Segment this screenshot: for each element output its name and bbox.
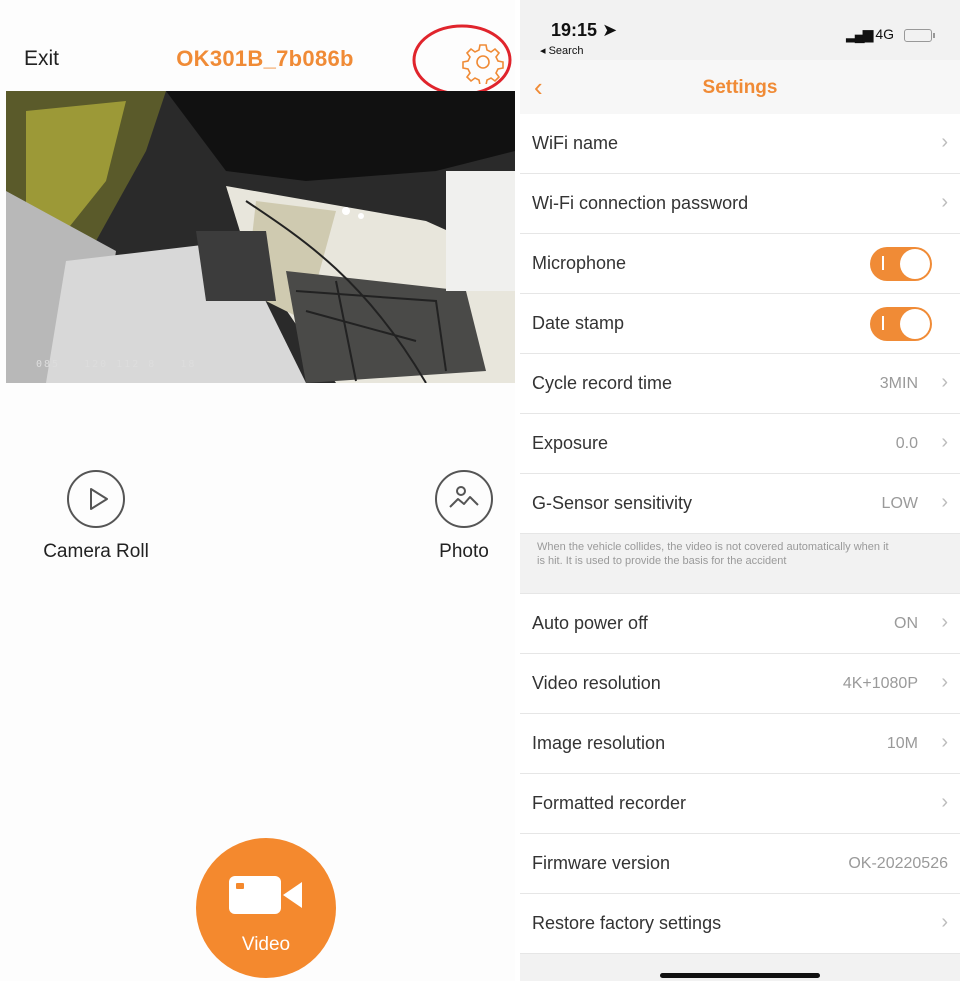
setting-wifi-name[interactable]: WiFi name › (520, 114, 960, 174)
setting-restore-factory[interactable]: Restore factory settings › (520, 894, 960, 954)
setting-label: Microphone (532, 253, 627, 273)
toggle-on-mark (882, 316, 884, 330)
setting-label: G-Sensor sensitivity (532, 493, 693, 513)
preview-image (6, 91, 515, 383)
setting-value: OK-20220526 (848, 855, 948, 872)
photo-icon (435, 470, 493, 528)
chevron-right-icon: › (941, 131, 948, 153)
setting-value: 10M (886, 735, 918, 752)
toggle-knob (900, 309, 930, 339)
date-stamp-toggle[interactable] (870, 307, 932, 341)
chevron-right-icon: › (941, 431, 948, 453)
gear-icon[interactable] (461, 40, 505, 84)
setting-auto-power-off[interactable]: Auto power off ON › (520, 594, 960, 654)
setting-firmware-version: Firmware version OK-20220526 (520, 834, 960, 894)
battery-icon (904, 29, 935, 42)
chevron-right-icon: › (941, 611, 948, 633)
status-bar: 19:15 ➤ ◂ Search ▂▄▆ 4G (520, 0, 960, 60)
setting-label: Date stamp (532, 313, 625, 333)
setting-label: Restore factory settings (532, 913, 722, 933)
back-to-app-link[interactable]: ◂ Search (540, 44, 583, 57)
photo-label: Photo (439, 541, 489, 562)
video-label: Video (241, 934, 291, 955)
camera-top-bar: Exit OK301B_7b086b (0, 0, 515, 96)
setting-label: Exposure (532, 433, 609, 453)
toggle-knob (900, 249, 930, 279)
chevron-right-icon: › (941, 371, 948, 393)
home-indicator[interactable] (660, 973, 820, 978)
settings-nav-bar: ‹ Settings (520, 60, 960, 114)
setting-value: 4K+1080P (842, 675, 918, 692)
video-record-button[interactable]: Video (196, 838, 336, 978)
setting-wifi-password[interactable]: Wi-Fi connection password › (520, 174, 960, 234)
video-camera-icon (229, 876, 302, 914)
setting-label: Wi-Fi connection password (532, 193, 749, 213)
camera-preview[interactable]: 085 120 112 8 18 (6, 91, 515, 383)
setting-formatted-recorder[interactable]: Formatted recorder › (520, 774, 960, 834)
setting-image-resolution[interactable]: Image resolution 10M › (520, 714, 960, 774)
setting-cycle-record-time[interactable]: Cycle record time 3MIN › (520, 354, 960, 414)
setting-label: Auto power off (532, 613, 648, 633)
setting-value: 0.0 (895, 435, 918, 452)
setting-label: Image resolution (532, 733, 666, 753)
setting-label: Video resolution (532, 673, 661, 693)
gsensor-note-text: When the vehicle collides, the video is … (537, 541, 889, 567)
gsensor-note: When the vehicle collides, the video is … (520, 534, 960, 594)
chevron-right-icon: › (941, 491, 948, 513)
chevron-right-icon: › (941, 911, 948, 933)
microphone-toggle[interactable] (870, 247, 932, 281)
setting-label: WiFi name (532, 133, 619, 153)
chevron-right-icon: › (941, 191, 948, 213)
setting-gsensor-sensitivity[interactable]: G-Sensor sensitivity LOW › (520, 474, 960, 534)
chevron-right-icon: › (941, 791, 948, 813)
settings-title: Settings (702, 77, 778, 98)
setting-video-resolution[interactable]: Video resolution 4K+1080P › (520, 654, 960, 714)
setting-label: Cycle record time (532, 373, 673, 393)
setting-microphone: Microphone (520, 234, 960, 294)
settings-list: WiFi name › Wi-Fi connection password › … (520, 114, 960, 954)
toggle-on-mark (882, 256, 884, 270)
settings-screen: 19:15 ➤ ◂ Search ▂▄▆ 4G ‹ Settings WiFi … (520, 0, 960, 981)
location-arrow-icon: ➤ (602, 20, 618, 40)
setting-date-stamp: Date stamp (520, 294, 960, 354)
camera-roll-button[interactable]: Camera Roll (36, 470, 156, 563)
camera-roll-label: Camera Roll (43, 541, 149, 562)
setting-label: Firmware version (532, 853, 671, 873)
setting-value: LOW (881, 495, 918, 512)
setting-exposure[interactable]: Exposure 0.0 › (520, 414, 960, 474)
signal-bars-icon: ▂▄▆ (846, 26, 873, 42)
chevron-right-icon: › (941, 731, 948, 753)
camera-screen: Exit OK301B_7b086b 085 120 112 8 18 Came… (0, 0, 515, 981)
setting-value: ON (894, 615, 918, 632)
setting-label: Formatted recorder (532, 793, 687, 813)
setting-value: 3MIN (879, 375, 918, 392)
signal-indicator: ▂▄▆ 4G (846, 26, 894, 43)
status-time: 19:15 ➤ (551, 20, 618, 40)
chevron-right-icon: › (941, 671, 948, 693)
photo-button[interactable]: Photo (424, 470, 504, 563)
network-type: 4G (875, 26, 895, 42)
play-icon (67, 470, 125, 528)
osd-overlay: 085 120 112 8 18 (36, 359, 197, 370)
